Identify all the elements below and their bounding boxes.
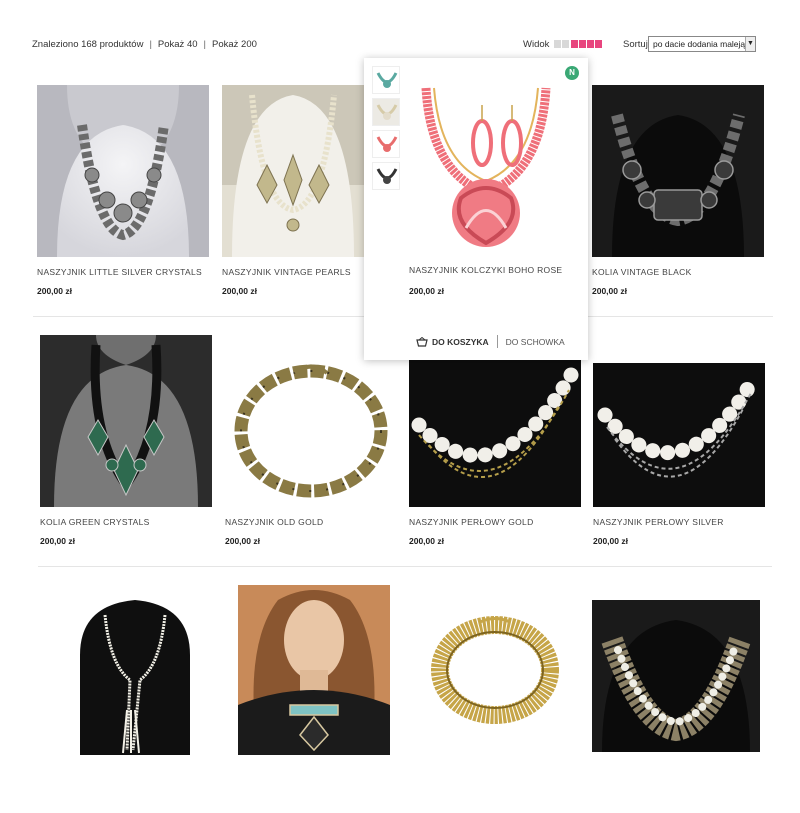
product-name[interactable]: NASZYJNIK PERŁOWY SILVER [593, 517, 724, 527]
thumbnail[interactable] [372, 162, 400, 190]
product-price: 200,00 zł [225, 536, 260, 546]
view-label: Widok [523, 39, 550, 50]
add-to-cart-button[interactable]: DO KOSZYKA [416, 336, 489, 347]
product-quick-view[interactable]: N NASZYJNIK KOLCZYKI BOHO ROSE 200,00 zł… [364, 58, 588, 360]
basket-icon [416, 336, 428, 347]
thumbnail-list [372, 66, 400, 194]
product-image[interactable] [37, 85, 209, 257]
product-image[interactable] [406, 83, 566, 258]
product-price: 200,00 zł [409, 536, 444, 546]
view-grid-large-icon[interactable] [571, 40, 602, 48]
product-image[interactable] [40, 335, 212, 507]
row-divider [38, 566, 772, 567]
product-image[interactable] [409, 335, 581, 507]
thumbnail[interactable] [372, 98, 400, 126]
product-image[interactable] [592, 600, 760, 752]
show-200-link[interactable]: Pokaż 200 [212, 39, 257, 50]
result-info: Znaleziono 168 produktów | Pokaż 40 | Pokaż … [32, 39, 257, 50]
thumbnail[interactable] [372, 66, 400, 94]
product-name[interactable]: KOLIA GREEN CRYSTALS [40, 517, 150, 527]
separator [496, 335, 498, 348]
product-image[interactable] [593, 335, 765, 507]
product-image[interactable] [425, 600, 565, 760]
add-to-cart-label: DO KOSZYKA [432, 336, 489, 347]
show-40-link[interactable]: Pokaż 40 [158, 39, 198, 50]
product-price: 200,00 zł [593, 536, 628, 546]
listing-toolbar: Znaleziono 168 produktów | Pokaż 40 | Pokaż … [32, 36, 758, 54]
view-grid-small-icon[interactable] [554, 40, 569, 48]
product-name[interactable]: NASZYJNIK PERŁOWY GOLD [409, 517, 534, 527]
result-count: Znaleziono 168 produktów [32, 39, 144, 50]
product-actions: DO KOSZYKA DO SCHOWKA [416, 335, 565, 348]
view-switcher [554, 40, 602, 48]
product-image[interactable] [222, 85, 364, 257]
product-image[interactable] [225, 335, 397, 507]
chevron-down-icon: ▼ [745, 37, 755, 51]
thumbnail[interactable] [372, 130, 400, 158]
separator: | [149, 39, 152, 50]
product-name[interactable]: NASZYJNIK OLD GOLD [225, 517, 323, 527]
add-to-wishlist-button[interactable]: DO SCHOWKA [506, 337, 565, 347]
product-image[interactable] [55, 585, 215, 755]
product-name[interactable]: KOLIA VINTAGE BLACK [592, 267, 692, 277]
new-badge: N [565, 66, 579, 80]
sort-label: Sortuj [623, 39, 648, 50]
product-image[interactable] [592, 85, 764, 257]
separator: | [203, 39, 206, 50]
product-name[interactable]: NASZYJNIK LITTLE SILVER CRYSTALS [37, 267, 202, 277]
product-name[interactable]: NASZYJNIK VINTAGE PEARLS [222, 267, 351, 277]
product-price: 200,00 zł [222, 286, 257, 296]
sort-select-value: po dacie dodania malejąco [653, 39, 755, 49]
product-name[interactable]: NASZYJNIK KOLCZYKI BOHO ROSE [409, 265, 562, 275]
sort-select[interactable]: po dacie dodania malejąco ▼ [648, 36, 756, 52]
product-price: 200,00 zł [592, 286, 627, 296]
product-price: 200,00 zł [37, 286, 72, 296]
product-image[interactable] [238, 585, 390, 755]
product-price: 200,00 zł [40, 536, 75, 546]
product-price: 200,00 zł [409, 286, 444, 296]
